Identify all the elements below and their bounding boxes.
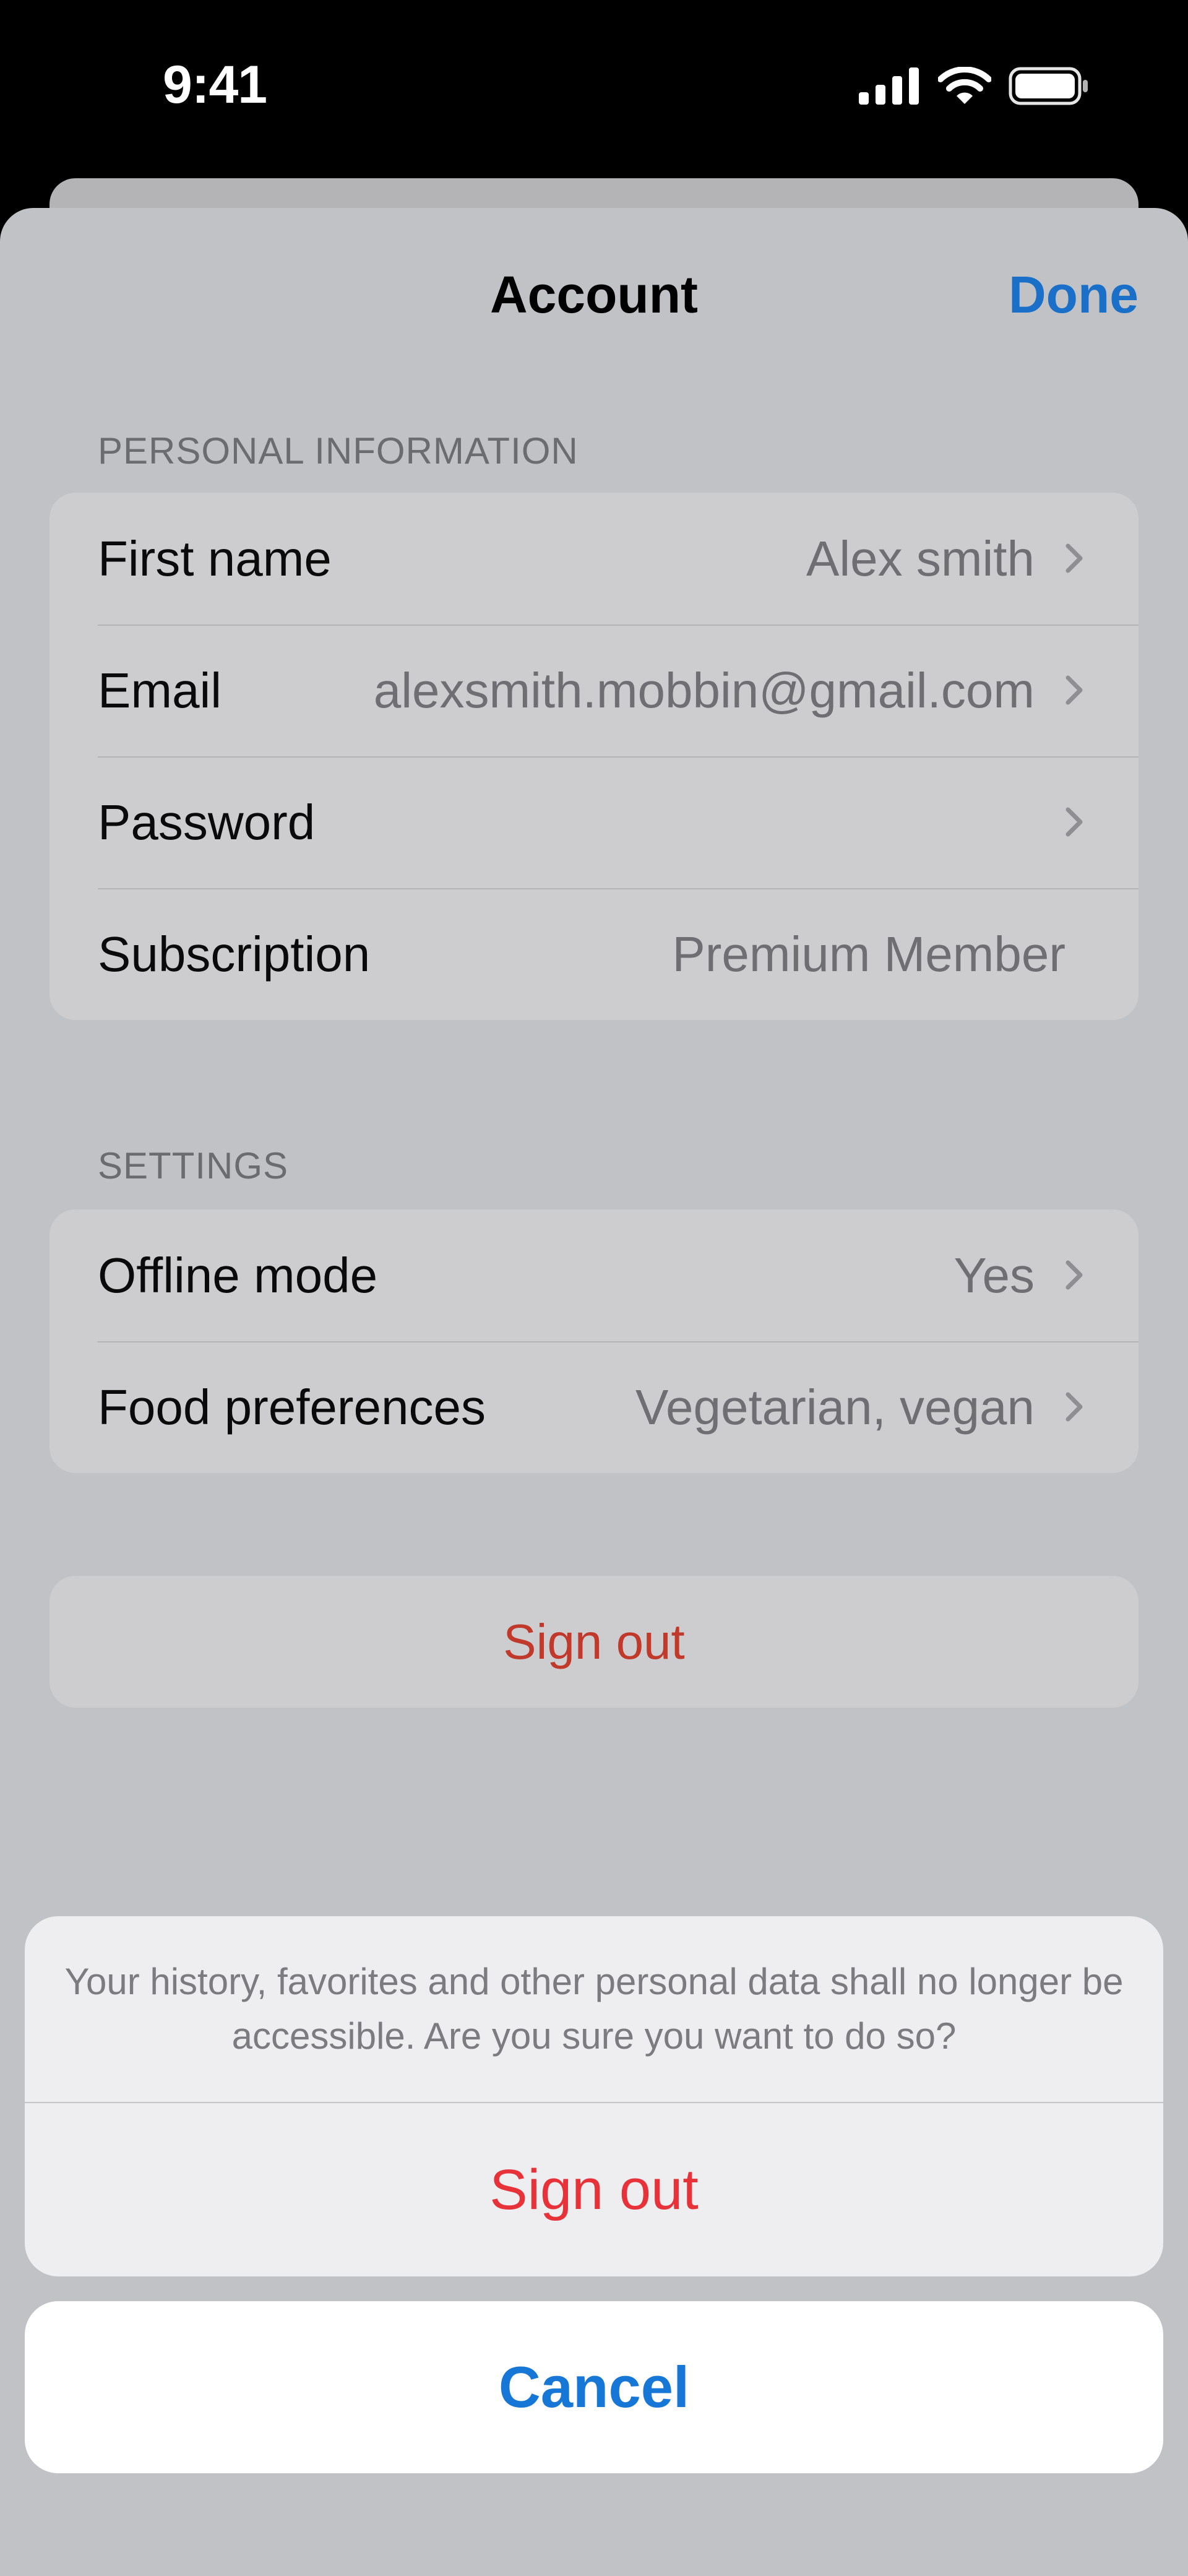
sign-out-button[interactable]: Sign out (25, 2103, 1163, 2276)
done-button[interactable]: Done (1009, 265, 1138, 325)
action-sheet: Your history, favorites and other person… (25, 1916, 1163, 2276)
cancel-button-label: Cancel (498, 2354, 690, 2419)
row-password[interactable]: Password (50, 756, 1138, 888)
row-label: Email (98, 662, 222, 718)
settings-group: Offline mode Yes Food preferences Vegeta… (50, 1209, 1138, 1473)
row-label: Offline mode (98, 1247, 378, 1303)
row-food-preferences[interactable]: Food preferences Vegetarian, vegan (50, 1341, 1138, 1473)
row-email[interactable]: Email alexsmith.mobbin@gmail.com (50, 625, 1138, 756)
row-value: Premium Member (672, 926, 1065, 982)
row-subscription: Subscription Premium Member (50, 888, 1138, 1020)
chevron-right-icon (1065, 675, 1083, 705)
sign-out-row-label: Sign out (503, 1614, 685, 1669)
row-label: First name (98, 530, 332, 586)
sign-out-row-button[interactable]: Sign out (50, 1576, 1138, 1708)
sign-out-button-label: Sign out (489, 2158, 699, 2221)
chevron-right-icon (1065, 1260, 1083, 1290)
personal-information-group: First name Alex smith Email alexsmith.mo… (50, 493, 1138, 1020)
row-value: Alex smith (806, 530, 1035, 586)
action-sheet-message-text: Your history, favorites and other person… (64, 1961, 1124, 2057)
status-bar: 9:41 (0, 0, 1188, 179)
section-header-settings: SETTINGS (98, 1145, 289, 1186)
row-label: Subscription (98, 926, 371, 982)
chevron-right-icon (1065, 807, 1083, 837)
row-first-name[interactable]: First name Alex smith (50, 493, 1138, 625)
row-value: Yes (953, 1247, 1035, 1303)
battery-icon (1009, 67, 1088, 105)
wifi-icon (938, 67, 991, 104)
action-sheet-message: Your history, favorites and other person… (25, 1916, 1163, 2102)
row-label: Password (98, 794, 316, 850)
cellular-signal-icon (859, 67, 919, 105)
status-time: 9:41 (163, 55, 267, 115)
chevron-right-icon (1065, 543, 1083, 573)
cancel-button[interactable]: Cancel (25, 2301, 1163, 2473)
row-value: alexsmith.mobbin@gmail.com (373, 662, 1035, 718)
row-label: Food preferences (98, 1379, 486, 1435)
status-icons (859, 67, 1089, 105)
section-header-personal-information: PERSONAL INFORMATION (98, 430, 579, 472)
row-value: Vegetarian, vegan (635, 1379, 1035, 1435)
chevron-right-icon (1065, 1392, 1083, 1422)
row-offline-mode[interactable]: Offline mode Yes (50, 1209, 1138, 1341)
